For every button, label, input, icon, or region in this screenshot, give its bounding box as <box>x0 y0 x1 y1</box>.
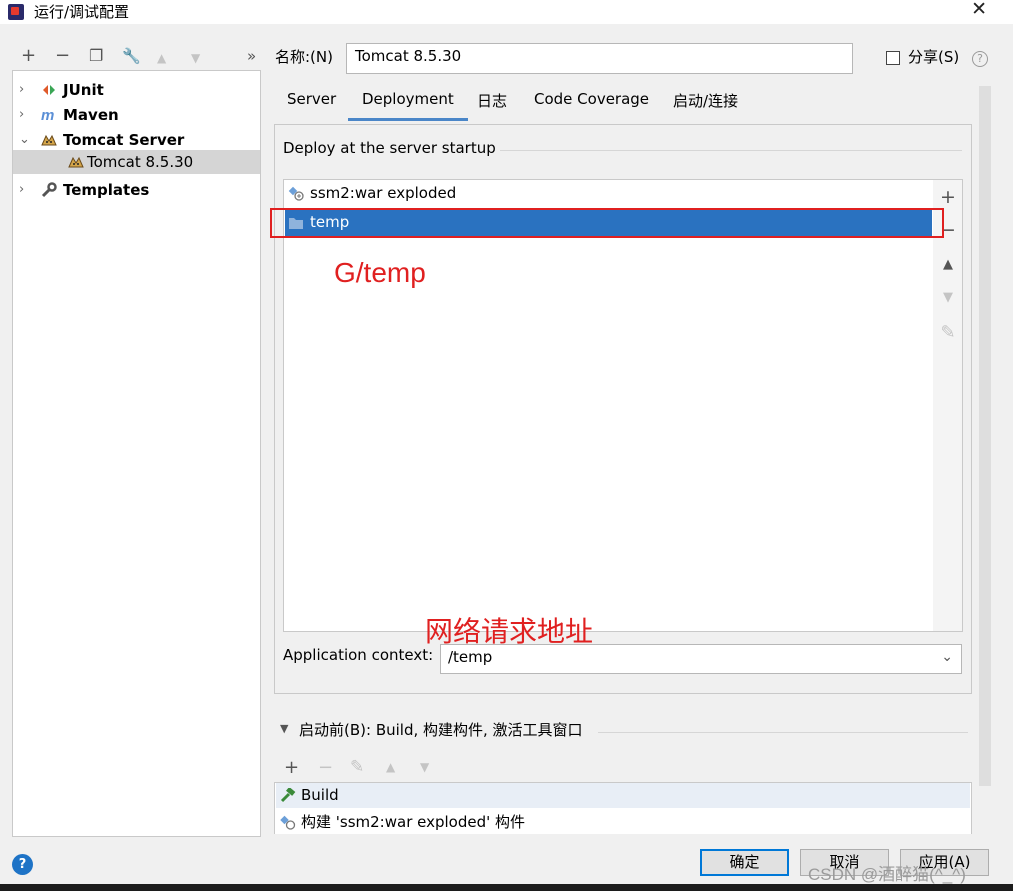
list-item-build-artifact[interactable]: 构建 'ssm2:war exploded' 构件 <box>276 810 970 835</box>
list-item-build[interactable]: Build <box>276 783 970 808</box>
add-config-button[interactable]: + <box>21 47 36 65</box>
tomcat-icon <box>68 156 84 168</box>
svg-text:m: m <box>41 107 54 123</box>
junit-icon <box>43 85 55 95</box>
tab-deployment[interactable]: Deployment <box>348 90 468 121</box>
taskbar-edge <box>0 884 1013 891</box>
list-side-toolbar <box>933 179 963 632</box>
help-icon[interactable]: ? <box>12 854 33 875</box>
maven-icon: m <box>41 107 54 123</box>
section-divider <box>598 732 968 733</box>
tomcat-icon <box>41 134 57 146</box>
highlight-box <box>270 208 944 238</box>
help-icon[interactable]: ? <box>972 51 988 67</box>
collapse-toggle-icon[interactable]: ▼ <box>280 722 288 735</box>
edit-pencil-icon[interactable]: ✎ <box>940 322 956 343</box>
tree-item-tomcat-server[interactable]: ⌄ Tomcat Server <box>13 128 260 152</box>
ok-button[interactable]: 确定 <box>700 849 789 876</box>
app-context-label: Application context: <box>283 646 434 664</box>
move-up-button[interactable]: ▲ <box>940 257 956 272</box>
tab-server[interactable]: Server <box>287 90 336 118</box>
move-down-button[interactable]: ▼ <box>420 760 429 774</box>
chevron-down-icon[interactable]: ⌄ <box>941 649 953 665</box>
title-bar <box>0 0 1013 24</box>
section-divider <box>500 150 962 151</box>
wrench-icon <box>41 182 57 198</box>
share-checkbox[interactable] <box>886 51 900 65</box>
more-icon[interactable]: » <box>247 47 256 65</box>
tree-item-tomcat-8530[interactable]: Tomcat 8.5.30 <box>13 150 260 174</box>
add-artifact-button[interactable]: + <box>940 186 956 208</box>
tree-item-maven[interactable]: › m Maven <box>13 103 260 127</box>
wrench-icon[interactable]: 🔧 <box>122 47 141 65</box>
chevron-down-icon[interactable]: ⌄ <box>19 128 30 152</box>
move-up-button[interactable]: ▲ <box>157 49 166 67</box>
name-input[interactable]: Tomcat 8.5.30 <box>346 43 853 74</box>
intellij-app-icon <box>8 4 24 20</box>
move-down-button[interactable]: ▼ <box>191 49 200 67</box>
remove-config-button[interactable]: − <box>55 47 70 65</box>
annotation-path-note: G/temp <box>334 257 426 288</box>
app-context-value: /temp <box>448 648 493 666</box>
tab-logs[interactable]: 日志 <box>477 90 507 118</box>
copy-config-button[interactable]: ❐ <box>89 47 103 65</box>
tab-code-coverage[interactable]: Code Coverage <box>534 90 649 118</box>
add-task-button[interactable]: + <box>284 757 299 778</box>
move-up-button[interactable]: ▲ <box>386 760 395 774</box>
watermark: CSDN @酒醉猫(^_^) <box>808 865 966 884</box>
list-item-ssm2-war-exploded[interactable]: ssm2:war exploded <box>285 180 932 207</box>
share-label[interactable]: 分享(S) <box>908 46 959 67</box>
artifact-icon <box>288 186 304 201</box>
name-label: 名称:(N) <box>275 48 333 66</box>
vertical-scrollbar[interactable] <box>979 86 991 786</box>
chevron-right-icon[interactable]: › <box>19 103 24 127</box>
remove-task-button[interactable]: − <box>318 757 333 778</box>
move-down-button[interactable]: ▼ <box>940 290 956 305</box>
deploy-artifact-list: ssm2:war exploded temp <box>283 179 934 632</box>
edit-pencil-icon[interactable]: ✎ <box>350 757 364 777</box>
deploy-section-title: Deploy at the server startup <box>283 139 496 157</box>
tree-item-junit[interactable]: › JUnit <box>13 78 260 102</box>
close-icon[interactable]: ✕ <box>971 0 987 20</box>
window-title: 运行/调试配置 <box>34 3 130 21</box>
artifact-icon <box>280 815 296 830</box>
chevron-right-icon[interactable]: › <box>19 178 24 202</box>
config-tree: › JUnit › m Maven ⌄ Tomcat Server Tomcat… <box>12 70 261 837</box>
before-launch-task-list: Build 构建 'ssm2:war exploded' 构件 <box>274 782 972 834</box>
app-context-combobox[interactable]: /temp ⌄ <box>440 644 962 674</box>
hammer-icon <box>280 788 296 803</box>
tree-item-templates[interactable]: › Templates <box>13 178 260 202</box>
tab-startup-connection[interactable]: 启动/连接 <box>673 90 738 118</box>
before-launch-label: 启动前(B): Build, 构建构件, 激活工具窗口 <box>299 721 583 739</box>
chevron-right-icon[interactable]: › <box>19 78 24 102</box>
